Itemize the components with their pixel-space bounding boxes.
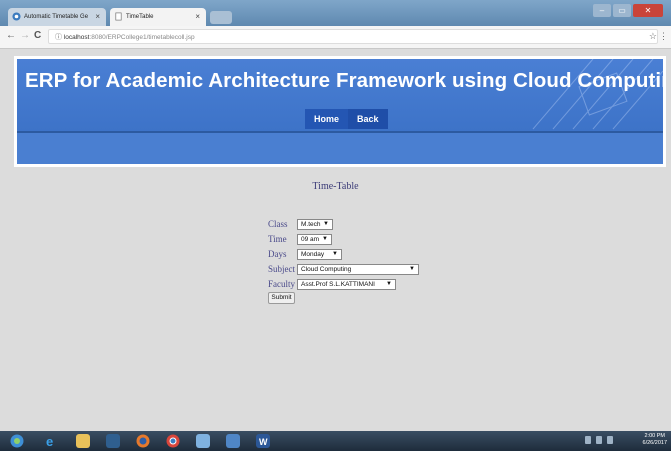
days-value: Monday [301, 251, 325, 258]
virtualbox-icon[interactable] [226, 434, 240, 448]
tab-timetable[interactable]: TimeTable × [110, 8, 206, 26]
address-path: :8080/ERPCollege1/timetablecoll.jsp [89, 34, 195, 41]
firefox-icon[interactable] [136, 434, 150, 448]
window-controls: – ▭ ✕ [593, 4, 663, 17]
tab-automatic-timetable[interactable]: Automatic Timetable Ge × [8, 8, 106, 26]
back-arrow-icon[interactable]: ← [6, 29, 16, 43]
browser-titlebar: Automatic Timetable Ge × TimeTable × – ▭… [0, 0, 671, 26]
dropdown-arrow-icon: ▼ [386, 281, 392, 287]
browser-menu-icon[interactable]: ⋮ [659, 29, 668, 43]
time-label: Time [268, 234, 287, 244]
word-icon[interactable]: W [256, 434, 270, 448]
home-link[interactable]: Home [305, 109, 349, 129]
clock-date: 6/26/2017 [642, 440, 667, 446]
tab-label: TimeTable [126, 14, 154, 20]
tray-network-icon[interactable] [596, 436, 602, 444]
page-title: Time-Table [312, 181, 359, 192]
faculty-select[interactable]: Asst.Prof S.L.KATTIMANI ▼ [297, 279, 396, 290]
browser-toolbar: ← → C ⓘ localhost:8080/ERPCollege1/timet… [0, 26, 671, 49]
close-window-button[interactable]: ✕ [633, 4, 663, 17]
header-banner: ERP for Academic Architecture Framework … [17, 59, 663, 164]
system-tray [585, 436, 613, 444]
minimize-button[interactable]: – [593, 4, 611, 17]
time-value: 09 am [301, 236, 320, 243]
class-select[interactable]: M.tech ▼ [297, 219, 333, 230]
dropdown-arrow-icon: ▼ [323, 221, 329, 227]
faculty-value: Asst.Prof S.L.KATTIMANI [301, 281, 375, 288]
svg-text:e: e [46, 434, 53, 448]
page-icon [115, 12, 122, 21]
maximize-button[interactable]: ▭ [613, 4, 631, 17]
tray-flag-icon[interactable] [585, 436, 591, 444]
header-divider [17, 131, 663, 133]
days-select[interactable]: Monday ▼ [297, 249, 342, 260]
faculty-label: Faculty [268, 279, 295, 289]
info-icon: ⓘ [55, 34, 62, 41]
file-explorer-icon[interactable] [76, 434, 90, 448]
dropdown-arrow-icon: ▼ [409, 266, 415, 272]
back-link[interactable]: Back [348, 109, 388, 129]
tray-volume-icon[interactable] [607, 436, 613, 444]
forward-arrow-icon[interactable]: → [20, 29, 30, 43]
tab-close-icon[interactable]: × [195, 8, 200, 26]
internet-explorer-icon[interactable]: e [44, 434, 58, 448]
svg-text:W: W [259, 437, 268, 447]
reload-icon[interactable]: C [34, 29, 41, 43]
subject-value: Cloud Computing [301, 266, 352, 273]
site-header: ERP for Academic Architecture Framework … [14, 56, 666, 167]
days-label: Days [268, 249, 287, 259]
dropdown-arrow-icon: ▼ [322, 236, 328, 242]
subject-label: Subject [268, 264, 295, 274]
site-title: ERP for Academic Architecture Framework … [25, 69, 663, 92]
header-nav: Home Back [305, 109, 388, 129]
tab-label: Automatic Timetable Ge [24, 14, 89, 20]
time-select[interactable]: 09 am ▼ [297, 234, 332, 245]
os-taskbar: e W 2:00 PM 6/26/2017 [0, 431, 671, 451]
new-tab-button[interactable] [210, 11, 232, 24]
app-icon[interactable] [196, 434, 210, 448]
address-bar[interactable]: ⓘ localhost:8080/ERPCollege1/timetableco… [48, 29, 658, 44]
clock-time: 2:00 PM [644, 433, 665, 439]
taskbar-clock[interactable]: 2:00 PM 6/26/2017 [643, 433, 667, 447]
chrome-favicon-icon [12, 12, 21, 21]
class-label: Class [268, 219, 288, 229]
tab-close-icon[interactable]: × [95, 8, 100, 26]
address-host: localhost [63, 34, 90, 41]
bookmark-star-icon[interactable]: ☆ [649, 29, 657, 43]
class-value: M.tech [301, 221, 321, 228]
media-player-icon[interactable] [106, 434, 120, 448]
chrome-icon[interactable] [166, 434, 180, 448]
start-orb-icon[interactable] [10, 434, 24, 448]
subject-select[interactable]: Cloud Computing ▼ [297, 264, 419, 275]
dropdown-arrow-icon: ▼ [332, 251, 338, 257]
submit-button[interactable]: Submit [268, 292, 295, 304]
